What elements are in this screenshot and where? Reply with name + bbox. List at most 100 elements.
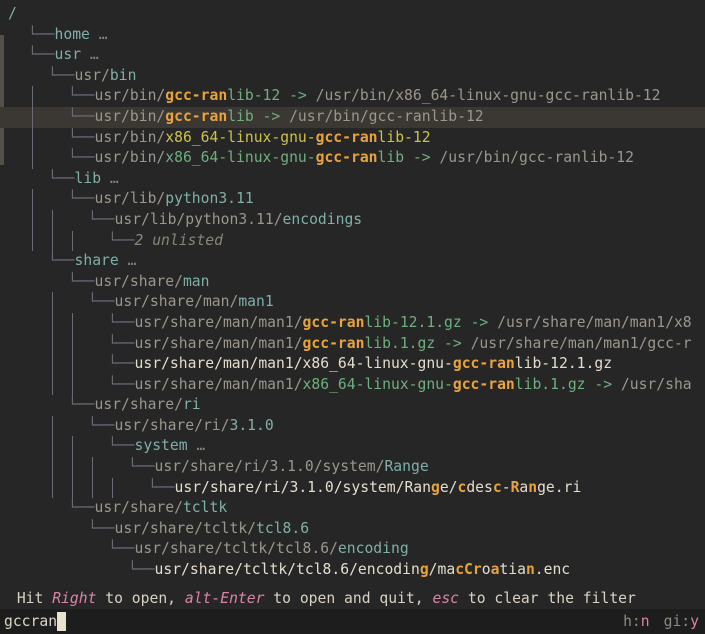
tree-row[interactable]: └──usr/bin	[0, 66, 705, 87]
path-segment: /	[8, 5, 17, 22]
tree-guide-line	[72, 312, 73, 334]
tree-guide-line	[52, 230, 53, 252]
tree-row-content: └──usr/lib/python3.11	[8, 190, 254, 207]
tree-row[interactable]: └──usr/bin/x86_64-linux-gnu-gcc-ranlib-1…	[0, 127, 705, 149]
match-highlight: gcc-ran	[165, 87, 228, 105]
tree-row[interactable]: └──usr/lib/python3.11	[0, 189, 705, 210]
tree-guide-line	[72, 230, 73, 252]
tree-row[interactable]: └──usr/share/man/man1/x86_64-linux-gnu-g…	[0, 374, 705, 396]
tree-row[interactable]: └──usr/lib/python3.11/encodings	[0, 209, 705, 231]
path-segment: usr/bin/	[94, 149, 166, 167]
match-highlight: g	[419, 561, 429, 579]
tree-row[interactable]: └──system …	[0, 436, 705, 458]
path-segment: usr/	[74, 66, 110, 84]
path-segment: lib.1.gz	[364, 334, 436, 352]
status-flag[interactable]: h:n	[623, 609, 650, 634]
tree-branch-icon: └──	[68, 87, 95, 105]
hint-key: esc	[432, 590, 460, 607]
tree-branch-icon: └──	[68, 272, 95, 290]
tree-row-content: └──usr/share/man/man1/gcc-ranlib-12.1.gz…	[8, 314, 692, 331]
tree-row-list: / └──home … └──usr … └──usr/bin └──usr/bin/g…	[0, 4, 705, 581]
tree-guide-line	[32, 230, 33, 252]
path-segment: lib.1.gz	[514, 375, 586, 393]
tree-row-content: └──share …	[8, 252, 136, 269]
tree-row[interactable]: └──usr/bin/gcc-ranlib-12 -> /usr/bin/x86…	[0, 86, 705, 107]
match-highlight: C	[464, 561, 473, 579]
tree-row[interactable]: └──usr/share/man/man1/gcc-ranlib.1.gz ->…	[0, 333, 705, 355]
path-segment: 3.1.0	[229, 416, 274, 434]
path-segment: ge.ri	[537, 478, 582, 496]
tree-row-content: /	[8, 5, 17, 22]
tree-row[interactable]: └──usr/bin/gcc-ranlib -> /usr/bin/gcc-ra…	[0, 106, 705, 128]
status-flags: h:n gi:y	[623, 609, 699, 634]
filter-input[interactable]: gccran	[4, 609, 623, 634]
tree-row[interactable]: └──usr/share/tcltk/tcl8.6	[0, 519, 705, 540]
path-segment: ri	[182, 396, 201, 414]
path-segment: ->	[461, 313, 498, 331]
match-highlight: gcc-ran	[315, 128, 378, 146]
tree-branch-icon: └──	[48, 169, 75, 187]
tree-row[interactable]: └──usr/share/tcltk/tcl8.6/encoding/macCr…	[0, 560, 705, 581]
hint-key: Right	[52, 590, 97, 607]
tree-guide-line	[72, 477, 73, 499]
path-segment: /usr/bin/gcc-ranlib-12	[289, 107, 484, 125]
path-segment: …	[81, 46, 99, 64]
tree-row[interactable]: └──usr/share/man/man1	[0, 292, 705, 313]
path-segment: /usr/bin/x86_64-linux-gnu-gcc-ranlib-12	[315, 87, 661, 105]
tree-branch-icon: └──	[108, 355, 135, 373]
tree-branch-icon: └──	[88, 416, 115, 434]
tree-row-content: └──usr/share/man/man1/x86_64-linux-gnu-g…	[8, 355, 612, 372]
tree-row-content: └──usr/share/man/man1/gcc-ranlib.1.gz ->…	[8, 335, 692, 352]
tree-row[interactable]: └──usr/share/man	[0, 272, 705, 293]
tree-guide-line	[92, 477, 93, 499]
path-segment: ->	[585, 375, 621, 393]
tree-guide-line	[32, 86, 33, 107]
tree-guide-line	[72, 374, 73, 396]
path-segment: /usr/bin/gcc-ranlib-12	[439, 149, 634, 167]
path-segment: …	[89, 25, 108, 43]
tree-branch-icon: └──	[68, 396, 95, 414]
status-flag-value: y	[690, 613, 699, 630]
tree-guide-line	[112, 477, 113, 499]
tree-row[interactable]: /	[0, 4, 705, 25]
tree-row-content: └──usr/share/tcltk	[8, 499, 227, 516]
path-segment: x86_64-linux-gnu-	[165, 128, 316, 146]
path-segment: usr/lib/python3.11/	[114, 210, 283, 228]
path-segment: tcl8.6	[256, 519, 310, 537]
tree-row[interactable]: └──usr/share/ri/3.1.0/system/Range/cdesc…	[0, 477, 705, 499]
tree-row[interactable]: └──usr/share/ri	[0, 395, 705, 416]
tree-branch-icon: └──	[88, 210, 115, 228]
tree-row[interactable]: └──lib …	[0, 169, 705, 190]
tree-guide-line	[32, 127, 33, 149]
tree-row[interactable]: └──2 unlisted	[0, 230, 705, 252]
match-highlight: c	[455, 561, 465, 579]
tree-guide-line	[52, 354, 53, 375]
path-segment: e/	[439, 478, 458, 496]
tree-row[interactable]: └──usr/bin/x86_64-linux-gnu-gcc-ranlib -…	[0, 148, 705, 169]
tree-branch-icon: └──	[108, 313, 135, 331]
tree-row[interactable]: └──usr/share/ri/3.1.0	[0, 415, 705, 437]
tree-row[interactable]: └──usr/share/tcltk/tcl8.6/encoding	[0, 539, 705, 560]
tree-guide-line	[32, 148, 33, 169]
tree-row[interactable]: └──usr/share/ri/3.1.0/system/Range	[0, 457, 705, 478]
tree-row[interactable]: └──usr/share/tcltk	[0, 498, 705, 519]
path-segment: /ma	[428, 561, 456, 579]
tree-row[interactable]: └──share …	[0, 251, 705, 272]
tree-row[interactable]: └──home …	[0, 25, 705, 46]
tree-branch-icon: └──	[128, 561, 155, 579]
path-segment: python3.11	[165, 190, 254, 208]
path-segment: …	[187, 437, 206, 455]
tree-row[interactable]: └──usr/share/man/man1/x86_64-linux-gnu-g…	[0, 354, 705, 375]
tree-row[interactable]: └──usr/share/man/man1/gcc-ranlib-12.1.gz…	[0, 312, 705, 334]
status-flag[interactable]: gi:y	[664, 609, 699, 634]
path-segment: usr/share/man/	[114, 293, 239, 311]
tree-row[interactable]: └──usr …	[0, 45, 705, 66]
tree-row-content: └──system …	[8, 437, 205, 454]
tree-branch-icon: └──	[108, 540, 135, 558]
path-segment: ->	[280, 87, 316, 105]
tree-branch-icon: └──	[148, 478, 175, 496]
tree-guide-line	[32, 209, 33, 231]
match-highlight: r	[472, 561, 482, 579]
match-highlight: gcc-ran	[302, 334, 365, 352]
file-tree-pane[interactable]: / └──home … └──usr … └──usr/bin └──usr/bin/g…	[0, 0, 705, 588]
